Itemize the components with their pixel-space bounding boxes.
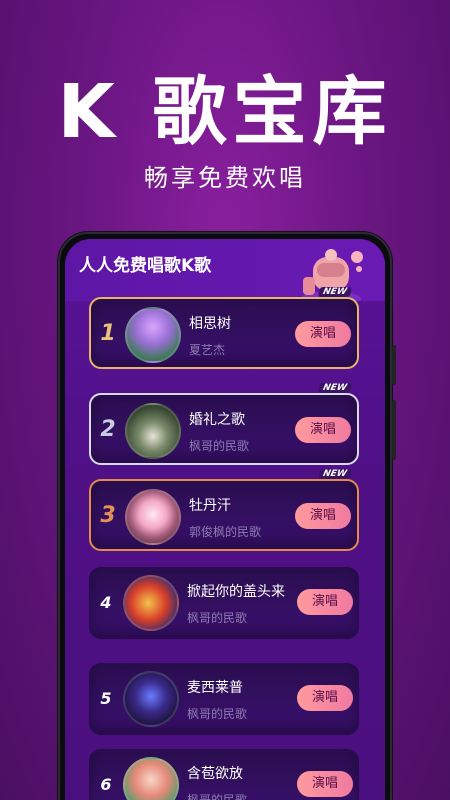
artist-name: 枫哥的民歌 — [187, 707, 248, 721]
song-title: 含苞欲放 — [187, 766, 243, 782]
sing-button[interactable]: 演唱 — [295, 503, 351, 529]
rank-number: 6 — [100, 775, 112, 794]
hero-title: K 歌宝库 — [57, 69, 393, 155]
song-cover-image — [123, 671, 179, 727]
phone-screen: 人人免费唱歌K歌 NEW 1 相思树 夏艺杰 演唱 NEW 2 婚礼之歌 枫哥的… — [65, 239, 385, 800]
sing-button[interactable]: 演唱 — [295, 417, 351, 443]
song-cover-image — [125, 403, 181, 459]
artist-name: 枫哥的民歌 — [187, 611, 248, 625]
new-badge: NEW — [318, 383, 353, 393]
screen-title: 人人免费唱歌K歌 — [79, 256, 212, 276]
song-cover-image — [123, 575, 179, 631]
song-title: 牡丹汗 — [189, 498, 231, 514]
list-item[interactable]: NEW 2 婚礼之歌 枫哥的民歌 演唱 — [89, 383, 359, 465]
list-item[interactable]: 6 含苞欲放 枫哥的民歌 演唱 — [89, 749, 359, 800]
artist-name: 枫哥的民歌 — [189, 439, 250, 453]
song-cover-image — [125, 489, 181, 545]
artist-name: 枫哥的民歌 — [187, 793, 248, 800]
artist-name: 夏艺杰 — [189, 343, 226, 357]
rank-number: 5 — [100, 689, 112, 708]
phone-side-button — [392, 345, 396, 385]
list-item[interactable]: 4 掀起你的盖头来 枫哥的民歌 演唱 — [89, 567, 359, 639]
song-cover-image — [125, 307, 181, 363]
list-item[interactable]: 5 麦西莱普 枫哥的民歌 演唱 — [89, 663, 359, 735]
song-title: 麦西莱普 — [187, 680, 243, 696]
new-badge: NEW — [318, 469, 353, 479]
rank-number: 4 — [100, 593, 112, 612]
rank-number: 3 — [100, 503, 116, 528]
sing-button[interactable]: 演唱 — [297, 589, 353, 615]
phone-frame: 人人免费唱歌K歌 NEW 1 相思树 夏艺杰 演唱 NEW 2 婚礼之歌 枫哥的… — [58, 232, 392, 800]
rank-number: 1 — [100, 321, 116, 346]
sing-button[interactable]: 演唱 — [295, 321, 351, 347]
artist-name: 郭俊枫的民歌 — [189, 525, 262, 539]
phone-side-button — [392, 400, 396, 460]
song-cover-image — [123, 757, 179, 800]
song-title: 相思树 — [189, 316, 231, 332]
sing-button[interactable]: 演唱 — [297, 771, 353, 797]
list-item[interactable]: NEW 3 牡丹汗 郭俊枫的民歌 演唱 — [89, 469, 359, 551]
sing-button[interactable]: 演唱 — [297, 685, 353, 711]
rank-number: 2 — [100, 417, 116, 442]
song-title: 婚礼之歌 — [189, 412, 245, 428]
new-badge: NEW — [318, 287, 353, 297]
hero-subtitle: 畅享免费欢唱 — [144, 164, 306, 192]
song-title: 掀起你的盖头来 — [187, 584, 285, 600]
list-item[interactable]: NEW 1 相思树 夏艺杰 演唱 — [89, 287, 359, 369]
